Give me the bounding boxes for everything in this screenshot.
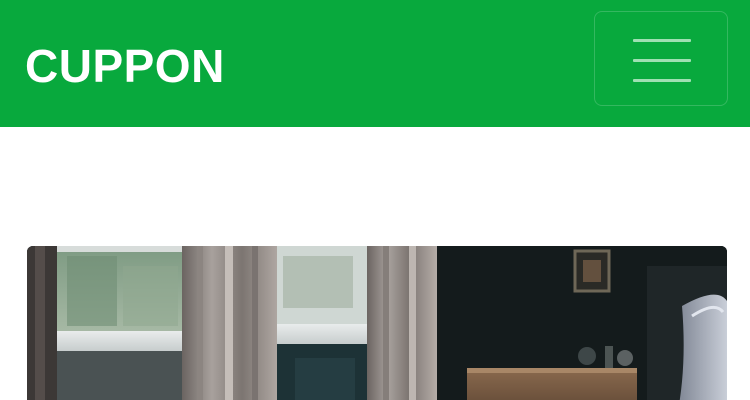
page: CUPPON bbox=[0, 0, 750, 400]
menu-icon-bar bbox=[633, 59, 691, 62]
menu-icon-bar bbox=[633, 39, 691, 42]
menu-icon-bar bbox=[633, 79, 691, 82]
hero-image[interactable] bbox=[27, 246, 727, 400]
menu-toggle-button[interactable] bbox=[594, 11, 728, 106]
navbar: CUPPON bbox=[0, 0, 750, 127]
bedroom-photo bbox=[27, 246, 727, 400]
brand-logo[interactable]: CUPPON bbox=[25, 38, 225, 94]
